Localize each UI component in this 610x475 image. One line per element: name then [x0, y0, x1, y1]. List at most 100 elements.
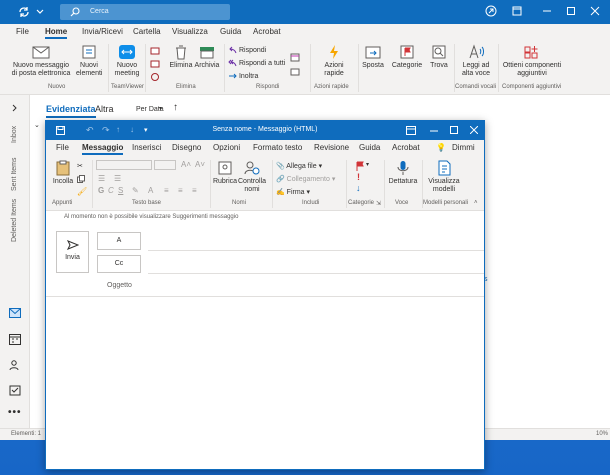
link-button[interactable]: 🔗 Collegamento ▾ [276, 175, 335, 183]
quick-actions-button[interactable]: Azioni rapide [316, 44, 352, 78]
tab-other[interactable]: Altra [95, 104, 114, 114]
numbering-icon[interactable]: ☰ [114, 174, 121, 183]
forward-button[interactable]: Inoltra [228, 72, 258, 80]
categories-button[interactable]: Categorie [390, 44, 424, 70]
junk-icon[interactable] [150, 72, 160, 82]
tab-send-receive[interactable]: Invia/Ricevi [82, 27, 123, 36]
bold-icon[interactable]: G [98, 186, 104, 195]
tab-options[interactable]: Opzioni [213, 143, 240, 152]
new-email-button[interactable]: Nuovo messaggio di posta elettronica [10, 44, 72, 78]
view-templates-button[interactable]: Visualizza modelli [424, 160, 464, 194]
calendar-icon[interactable] [9, 334, 21, 345]
sort-arrow-icon[interactable]: ↑ [173, 102, 178, 113]
mail-icon[interactable] [9, 308, 21, 318]
tab-focused[interactable]: Evidenziata [46, 104, 96, 118]
tags-dialog-launcher[interactable]: ⇲ [376, 200, 381, 207]
cut-icon[interactable]: ✂ [77, 162, 83, 170]
shrink-font-icon[interactable]: A˅ [195, 160, 205, 169]
tab-help[interactable]: Guida [359, 143, 380, 152]
folder-sent-items[interactable]: Sent Items [11, 158, 18, 191]
underline-icon[interactable]: S [118, 186, 123, 195]
tab-acrobat[interactable]: Acrobat [392, 143, 420, 152]
reply-all-button[interactable]: Rispondi a tutti [228, 59, 285, 67]
more-apps-icon[interactable]: ••• [8, 407, 22, 418]
collapse-ribbon-icon[interactable]: ˄ [474, 200, 478, 206]
tab-view[interactable]: Visualizza [172, 27, 208, 36]
font-name-dropdown[interactable] [96, 160, 152, 170]
tab-home[interactable]: Home [45, 27, 68, 39]
align-center-icon[interactable]: ≡ [178, 186, 183, 195]
reply-button[interactable]: Rispondi [228, 46, 266, 54]
folder-deleted-items[interactable]: Deleted Items [11, 199, 18, 242]
dictate-button[interactable]: Dettatura [386, 160, 420, 186]
font-size-dropdown[interactable] [154, 160, 176, 170]
search-box[interactable]: Cerca [60, 4, 230, 20]
paste-button[interactable]: Incolla [50, 160, 76, 186]
message-body[interactable] [46, 297, 484, 469]
signature-button[interactable]: ✍ Firma ▾ [276, 188, 310, 196]
new-meeting-button[interactable]: Nuovo meeting [112, 44, 142, 78]
tab-insert[interactable]: Inserisci [132, 143, 161, 152]
meeting-reply-icon[interactable] [290, 52, 300, 62]
tab-message[interactable]: Messaggio [82, 143, 124, 155]
people-icon[interactable] [9, 360, 21, 371]
ribbon-display-icon[interactable] [510, 5, 524, 19]
sync-icon[interactable] [18, 6, 30, 18]
move-button[interactable]: Sposta [360, 44, 386, 70]
cc-field[interactable] [148, 273, 484, 274]
attach-file-button[interactable]: 📎 Allega file ▾ [276, 162, 322, 170]
send-button[interactable]: Invia [56, 231, 89, 273]
new-items-button[interactable]: Nuovi elementi [76, 44, 102, 78]
tab-folder[interactable]: Cartella [133, 27, 161, 36]
align-right-icon[interactable]: ≡ [192, 186, 197, 195]
delete-button[interactable]: Elimina [168, 44, 194, 70]
minimize-icon[interactable] [430, 130, 438, 132]
coauthor-icon[interactable] [484, 5, 498, 19]
low-importance-icon[interactable]: ↓ [356, 183, 361, 193]
format-painter-icon[interactable]: 🖌 [77, 187, 87, 196]
bullets-icon[interactable]: ☰ [98, 174, 105, 183]
to-field[interactable] [148, 250, 484, 251]
highlight-icon[interactable]: ✎ [132, 186, 139, 195]
cc-button[interactable]: Cc [97, 255, 141, 273]
minimize-icon[interactable] [540, 5, 554, 19]
to-button[interactable]: A [97, 232, 141, 250]
cleanup-icon[interactable] [150, 59, 160, 69]
tab-draw[interactable]: Disegno [172, 143, 201, 152]
ribbon-display-icon[interactable] [406, 126, 416, 135]
font-color-icon[interactable]: A [148, 186, 153, 195]
tab-review[interactable]: Revisione [314, 143, 349, 152]
close-icon[interactable] [470, 126, 478, 134]
folder-inbox[interactable]: Inbox [11, 126, 18, 143]
tab-format-text[interactable]: Formato testo [253, 143, 302, 152]
follow-up-flag-icon[interactable] [355, 161, 365, 171]
archive-button[interactable]: Archivia [194, 44, 220, 70]
tab-help[interactable]: Guida [220, 27, 241, 36]
tasks-icon[interactable] [9, 385, 21, 396]
grow-font-icon[interactable]: A˄ [181, 160, 191, 169]
italic-icon[interactable]: C [108, 186, 114, 195]
sort-dropdown-icon[interactable]: ▾ [159, 105, 162, 112]
high-importance-icon[interactable]: ! [357, 172, 360, 182]
read-aloud-label: Leggi ad alta voce [461, 62, 491, 77]
collapse-folders-icon[interactable]: ⌄ [34, 121, 40, 129]
quick-access-dropdown-icon[interactable] [36, 7, 44, 15]
maximize-icon[interactable] [450, 126, 458, 134]
tab-file[interactable]: File [16, 27, 29, 36]
align-icon[interactable]: ≡ [164, 186, 169, 195]
more-respond-icon[interactable] [290, 67, 300, 77]
copy-icon[interactable] [77, 175, 85, 183]
tab-file[interactable]: File [56, 143, 69, 152]
expand-pane-icon[interactable] [12, 104, 18, 112]
tell-me[interactable]: Dimmi [452, 143, 475, 152]
ignore-icon[interactable] [150, 46, 160, 56]
flag-dropdown-icon[interactable]: ▾ [366, 161, 369, 168]
address-book-button[interactable]: Rubrica [212, 160, 238, 186]
get-addins-button[interactable]: Ottieni componenti aggiuntivi [500, 44, 564, 78]
find-button[interactable]: Trova [428, 44, 450, 70]
read-aloud-button[interactable]: Leggi ad alta voce [458, 44, 494, 78]
close-icon[interactable] [588, 5, 602, 19]
tab-acrobat[interactable]: Acrobat [253, 27, 281, 36]
maximize-icon[interactable] [564, 5, 578, 19]
check-names-button[interactable]: Controlla nomi [238, 160, 266, 194]
